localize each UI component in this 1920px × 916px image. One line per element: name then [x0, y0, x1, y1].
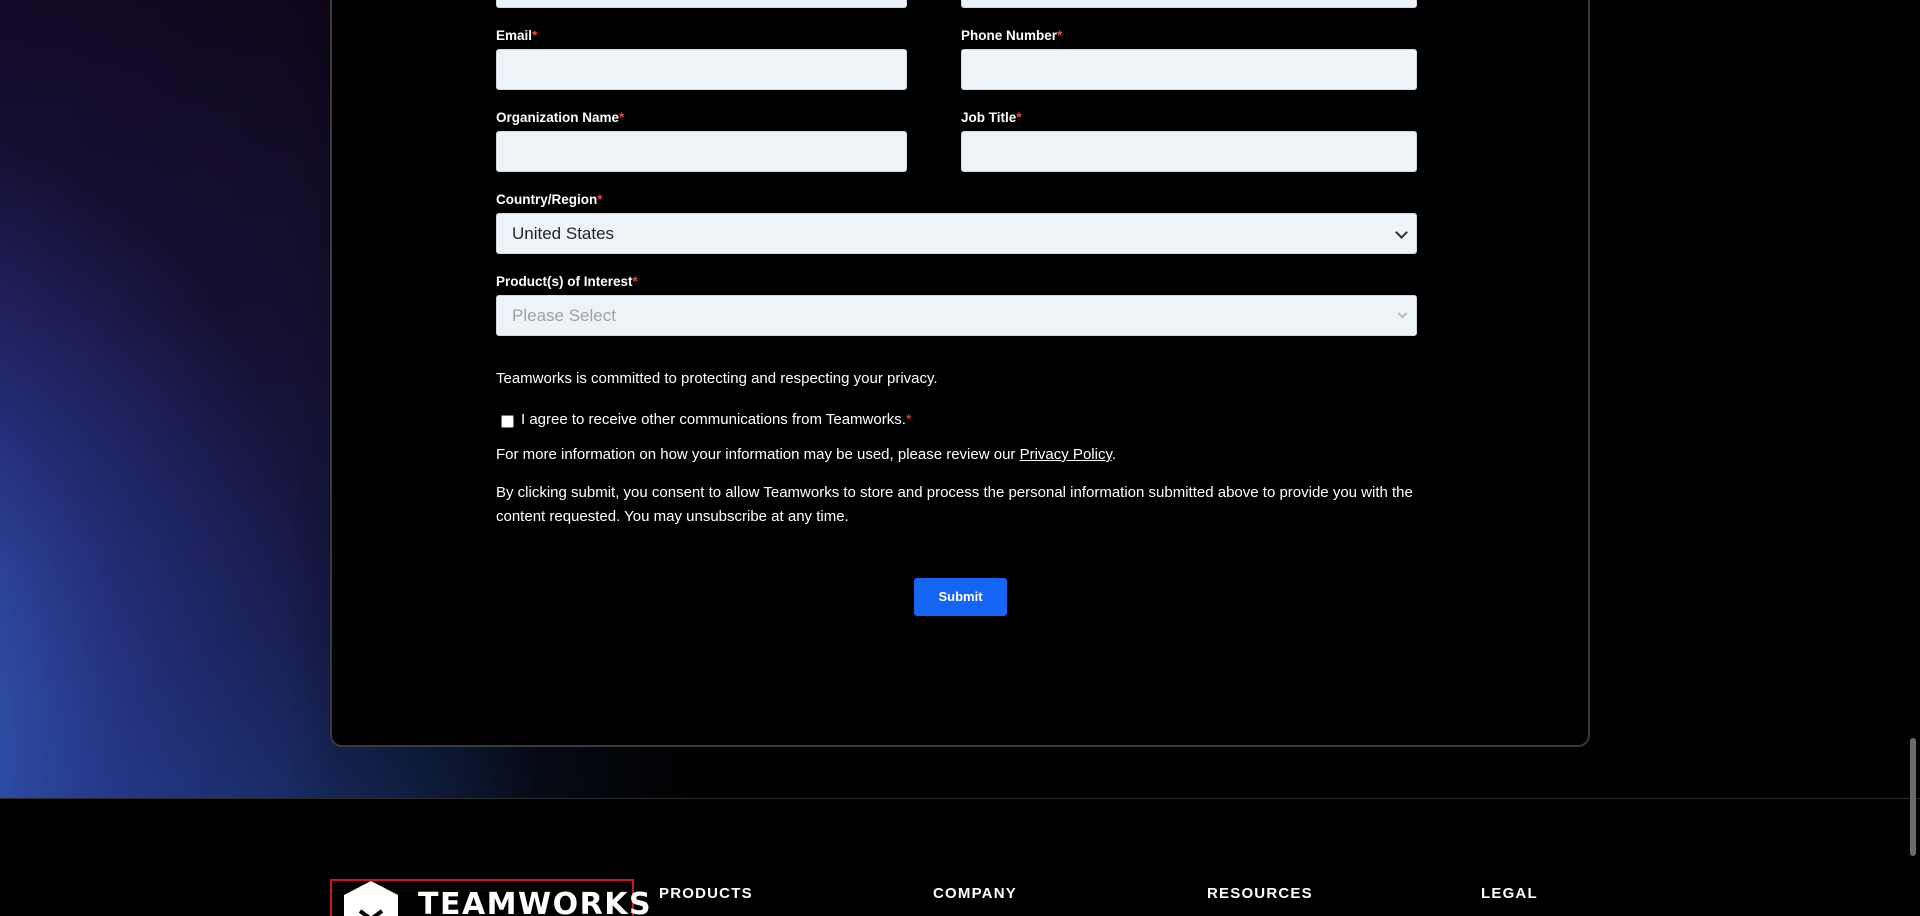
country-label: Country/Region*	[496, 192, 603, 207]
privacy-statement: Teamworks is committed to protecting and…	[496, 370, 938, 387]
logo-text: TEAMWORKS	[418, 887, 653, 916]
chevron-down-icon	[1397, 308, 1408, 319]
footer-logo[interactable]: TEAMWORKS	[330, 879, 651, 916]
first-name-input[interactable]	[496, 0, 907, 8]
product-select-placeholder: Please Select	[512, 306, 616, 325]
teamworks-logo-icon	[344, 881, 398, 916]
submit-button[interactable]: Submit	[914, 578, 1007, 616]
phone-input[interactable]	[961, 49, 1417, 90]
footer-legal-heading[interactable]: LEGAL	[1481, 885, 1538, 902]
phone-label: Phone Number*	[961, 28, 1063, 43]
product-label: Product(s) of Interest*	[496, 274, 638, 289]
product-select[interactable]: Please Select	[496, 295, 1417, 336]
last-name-input[interactable]	[961, 0, 1417, 8]
chevron-down-icon	[1395, 226, 1408, 239]
footer: TEAMWORKS PRODUCTS COMPANY RESOURCES LEG…	[0, 798, 1920, 916]
more-info-text: For more information on how your informa…	[496, 446, 1117, 463]
organization-label: Organization Name*	[496, 110, 625, 125]
country-select[interactable]: United States	[496, 213, 1417, 254]
footer-company-heading[interactable]: COMPANY	[933, 885, 1017, 902]
job-title-label: Job Title*	[961, 110, 1022, 125]
footer-products-heading[interactable]: PRODUCTS	[659, 885, 753, 902]
privacy-policy-link[interactable]: Privacy Policy	[1020, 446, 1112, 463]
page-scrollbar-thumb[interactable]	[1910, 738, 1916, 856]
consent-checkbox[interactable]	[501, 415, 514, 428]
email-label: Email*	[496, 28, 538, 43]
consent-label: I agree to receive other communications …	[521, 411, 912, 428]
job-title-input[interactable]	[961, 131, 1417, 172]
email-input[interactable]	[496, 49, 907, 90]
submit-consent-text: By clicking submit, you consent to allow…	[496, 484, 1413, 525]
footer-resources-heading[interactable]: RESOURCES	[1207, 885, 1313, 902]
organization-input[interactable]	[496, 131, 907, 172]
country-select-value: United States	[512, 224, 615, 243]
